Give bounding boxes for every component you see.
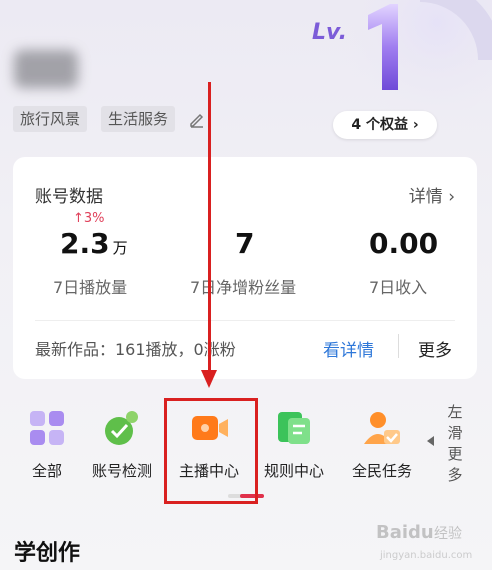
annotation-arrow-line xyxy=(208,82,211,374)
tag-life-service[interactable]: 生活服务 xyxy=(101,106,176,132)
annotation-highlight-box xyxy=(164,398,258,504)
svg-text:Baidu: Baidu xyxy=(376,522,434,543)
detail-link[interactable]: 详情 › xyxy=(409,182,455,207)
stat-unit: 万 xyxy=(112,239,128,257)
document-icon[interactable] xyxy=(274,408,314,448)
stat-label-followers: 7日净增粉丝量 xyxy=(190,278,297,297)
stat-label-plays: 7日播放量 xyxy=(53,278,128,297)
divider xyxy=(35,320,455,321)
username-blurred xyxy=(14,50,78,88)
stat-value-income[interactable]: 0.00 xyxy=(369,227,438,260)
stat-value-followers[interactable]: 7 xyxy=(235,227,254,260)
level-number-graphic xyxy=(368,4,398,90)
annotation-arrow-head xyxy=(201,370,217,388)
shortcut-label-rules-center[interactable]: 规则中心 xyxy=(264,460,324,481)
divider xyxy=(398,334,399,358)
stat-value-plays[interactable]: 2.3 万 xyxy=(60,227,128,260)
edit-pencil-icon[interactable] xyxy=(188,110,206,128)
tag-travel[interactable]: 旅行风景 xyxy=(13,106,88,132)
shortcut-label-tasks[interactable]: 全民任务 xyxy=(352,460,412,481)
shortcut-label-all[interactable]: 全部 xyxy=(32,460,62,481)
card-title: 账号数据 xyxy=(35,187,103,207)
account-data-card: 账号数据 详情 › ↑3% 2.3 万 7日播放量 7 7日净增粉丝量 0.00 … xyxy=(13,157,477,379)
stat-label-income: 7日收入 xyxy=(369,278,428,297)
section-title: 学创作 xyxy=(14,541,81,566)
rights-button[interactable]: 4 个权益 › xyxy=(333,111,437,139)
chevron-left-icon xyxy=(427,436,434,446)
baidu-watermark-logo: Baidu 经验 jingyan.baidu.com xyxy=(376,522,472,561)
play-count-change: ↑3% xyxy=(73,211,105,226)
shortcut-label-account-check[interactable]: 账号检测 xyxy=(92,460,152,481)
person-task-icon[interactable] xyxy=(362,408,402,448)
slide-more-hint[interactable]: 左滑更多 xyxy=(447,402,463,486)
latest-work-summary: 最新作品：161播放，0涨粉 xyxy=(35,340,236,359)
svg-text:jingyan.baidu.com: jingyan.baidu.com xyxy=(379,550,472,561)
svg-text:经验: 经验 xyxy=(434,526,462,542)
level-prefix: Lv. xyxy=(312,20,347,45)
grid-icon[interactable] xyxy=(27,408,67,448)
more-link[interactable]: 更多 xyxy=(418,336,452,361)
shield-check-icon[interactable] xyxy=(102,408,142,448)
view-detail-link[interactable]: 看详情 xyxy=(323,336,374,361)
